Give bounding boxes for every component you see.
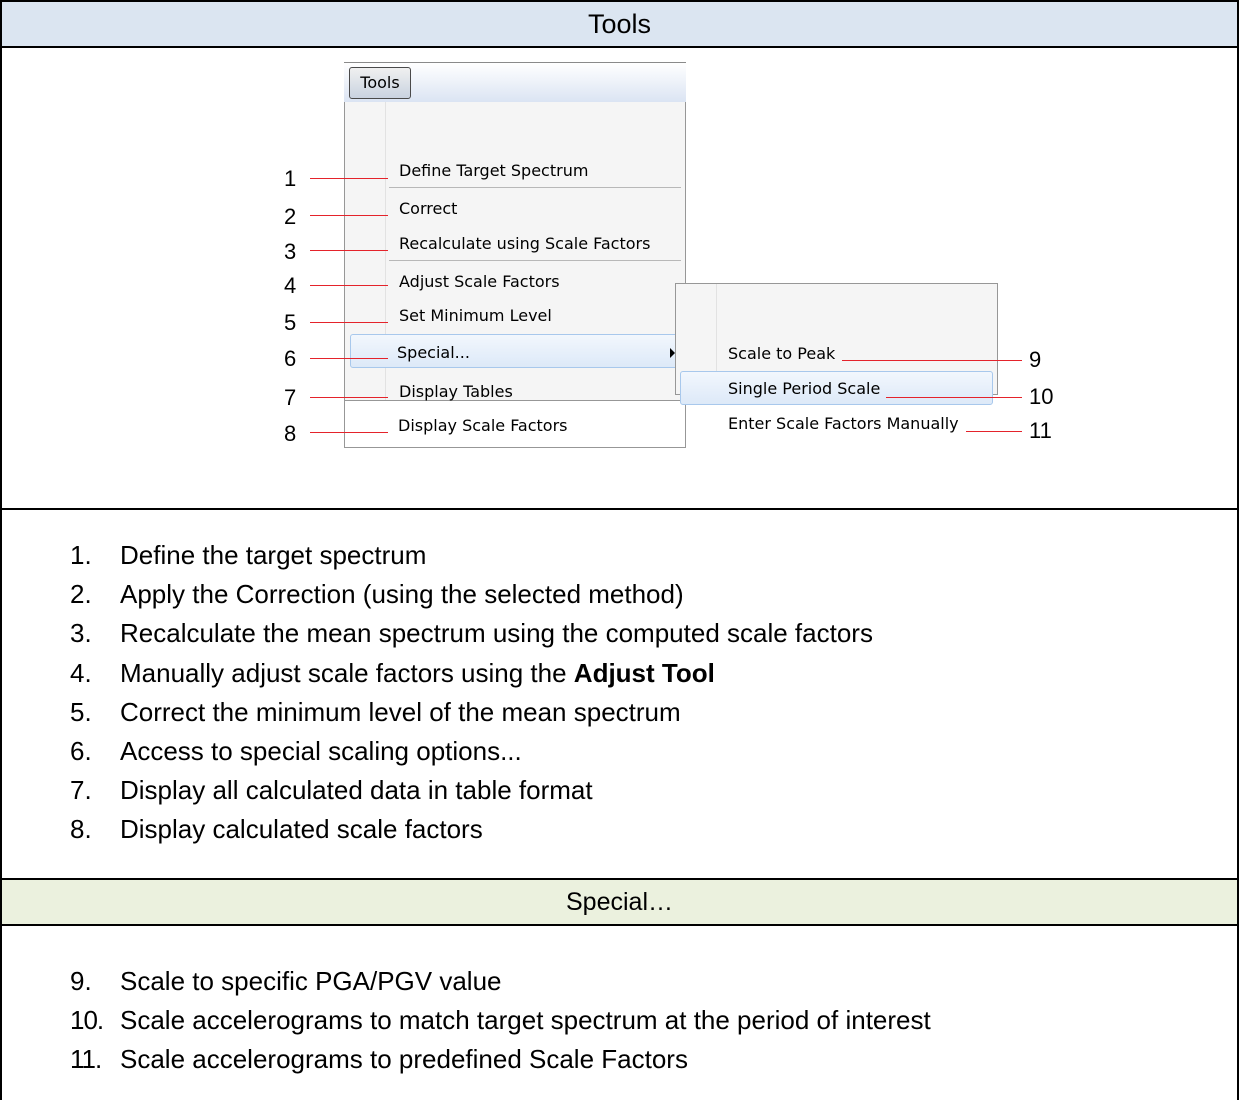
item-text: Manually adjust scale factors using the xyxy=(120,657,574,688)
item-number: 7. xyxy=(70,775,92,806)
callout-5: 5 xyxy=(284,310,297,335)
item-text: Recalculate the mean spectrum using the … xyxy=(120,618,873,649)
menu-item-define-target-spectrum[interactable]: Define Target Spectrum xyxy=(399,160,588,182)
list-item: 7. Display all calculated data in table f… xyxy=(70,771,873,810)
callout-1: 1 xyxy=(284,166,297,191)
submenu-item-enter-scale-factors[interactable]: Enter Scale Factors Manually xyxy=(728,413,959,435)
special-description-list: 9. Scale to specific PGA/PGV value 10. Sca… xyxy=(70,962,931,1080)
callout-9: 9 xyxy=(1029,347,1042,372)
menu-item-special[interactable]: Special... xyxy=(397,342,470,364)
tools-dropdown-menu: Define Target Spectrum Correct Recalcula… xyxy=(344,102,686,401)
callout-line-6 xyxy=(310,358,388,359)
callout-6: 6 xyxy=(284,346,297,371)
callout-11: 11 xyxy=(1029,418,1052,443)
special-submenu: Scale to Peak Single Period Scale Enter … xyxy=(675,283,998,433)
item-text: Scale to specific PGA/PGV value xyxy=(120,966,502,996)
item-number: 8. xyxy=(70,814,92,845)
callout-line-10 xyxy=(886,397,1022,398)
list-item: 1. Define the target spectrum xyxy=(70,536,873,575)
callout-line-4 xyxy=(310,285,388,286)
tools-description-list: 1. Define the target spectrum 2. Apply the… xyxy=(70,536,873,850)
list-item: 8. Display calculated scale factors xyxy=(70,810,873,849)
list-item: 4. Manually adjust scale factors using th… xyxy=(70,654,873,693)
item-text: Access to special scaling options... xyxy=(120,735,522,766)
list-item: 10. Scale accelerograms to match target s… xyxy=(70,1001,931,1040)
menu-item-display-scale-factors[interactable]: Display Scale Factors xyxy=(398,415,568,437)
item-number: 6. xyxy=(70,735,92,766)
callout-4: 4 xyxy=(284,273,297,298)
callout-line-1 xyxy=(310,178,388,179)
callout-7: 7 xyxy=(284,385,297,410)
menu-item-set-minimum-level[interactable]: Set Minimum Level xyxy=(399,305,552,327)
item-number: 9. xyxy=(70,966,92,996)
menu-item-recalculate[interactable]: Recalculate using Scale Factors xyxy=(399,233,650,255)
callout-line-5 xyxy=(310,322,388,323)
tools-section-header: Tools xyxy=(2,2,1237,48)
menu-item-adjust-scale-factors[interactable]: Adjust Scale Factors xyxy=(399,271,560,293)
list-item: 9. Scale to specific PGA/PGV value xyxy=(70,962,931,1001)
list-item: 3. Recalculate the mean spectrum using th… xyxy=(70,614,873,653)
item-text: Display calculated scale factors xyxy=(120,814,483,845)
callout-3: 3 xyxy=(284,239,297,264)
callout-line-8 xyxy=(310,432,388,433)
item-number: 4. xyxy=(70,657,92,688)
item-number: 5. xyxy=(70,696,92,727)
callout-line-3 xyxy=(310,250,388,251)
menu-border-right xyxy=(685,401,686,448)
menu-item-correct[interactable]: Correct xyxy=(399,198,457,220)
menu-separator xyxy=(389,260,681,261)
menu-bar: Tools xyxy=(344,62,686,102)
callout-10: 10 xyxy=(1029,384,1054,409)
tools-menu-button[interactable]: Tools xyxy=(349,67,411,99)
item-number: 10. xyxy=(70,1005,104,1036)
menu-border-left xyxy=(344,401,345,448)
item-number: 3. xyxy=(70,618,92,649)
callout-line-2 xyxy=(310,215,388,216)
item-number: 1. xyxy=(70,540,92,570)
special-section-header: Special… xyxy=(2,880,1237,926)
submenu-item-single-period-scale[interactable]: Single Period Scale xyxy=(728,378,880,400)
menu-item-display-tables[interactable]: Display Tables xyxy=(399,381,513,403)
callout-line-11 xyxy=(966,431,1022,432)
item-number: 11. xyxy=(70,1044,102,1075)
list-item: 6. Access to special scaling options... xyxy=(70,732,873,771)
list-item: 11. Scale accelerograms to predefined Sca… xyxy=(70,1040,931,1079)
item-text: Scale accelerograms to predefined Scale … xyxy=(120,1044,688,1075)
item-text: Display all calculated data in table for… xyxy=(120,775,593,806)
item-text: Define the target spectrum xyxy=(120,540,427,570)
callout-line-9 xyxy=(842,360,1022,361)
list-item: 5. Correct the minimum level of the mean … xyxy=(70,693,873,732)
item-text: Correct the minimum level of the mean sp… xyxy=(120,696,681,727)
item-text: Apply the Correction (using the selected… xyxy=(120,579,684,610)
menu-border-bottom xyxy=(344,447,686,448)
list-item: 2. Apply the Correction (using the select… xyxy=(70,575,873,614)
tools-description-cell: 1. Define the target spectrum 2. Apply the… xyxy=(2,510,1237,880)
callout-2: 2 xyxy=(284,204,297,229)
submenu-item-scale-to-peak[interactable]: Scale to Peak xyxy=(728,343,835,365)
item-text: Scale accelerograms to match target spec… xyxy=(120,1005,931,1036)
special-description-cell: 9. Scale to specific PGA/PGV value 10. Sca… xyxy=(2,926,1237,1100)
callout-line-7 xyxy=(310,397,388,398)
adjust-tool-bold: Adjust Tool xyxy=(573,657,715,688)
callout-8: 8 xyxy=(284,421,297,446)
menu-separator xyxy=(389,187,681,188)
item-number: 2. xyxy=(70,579,92,610)
